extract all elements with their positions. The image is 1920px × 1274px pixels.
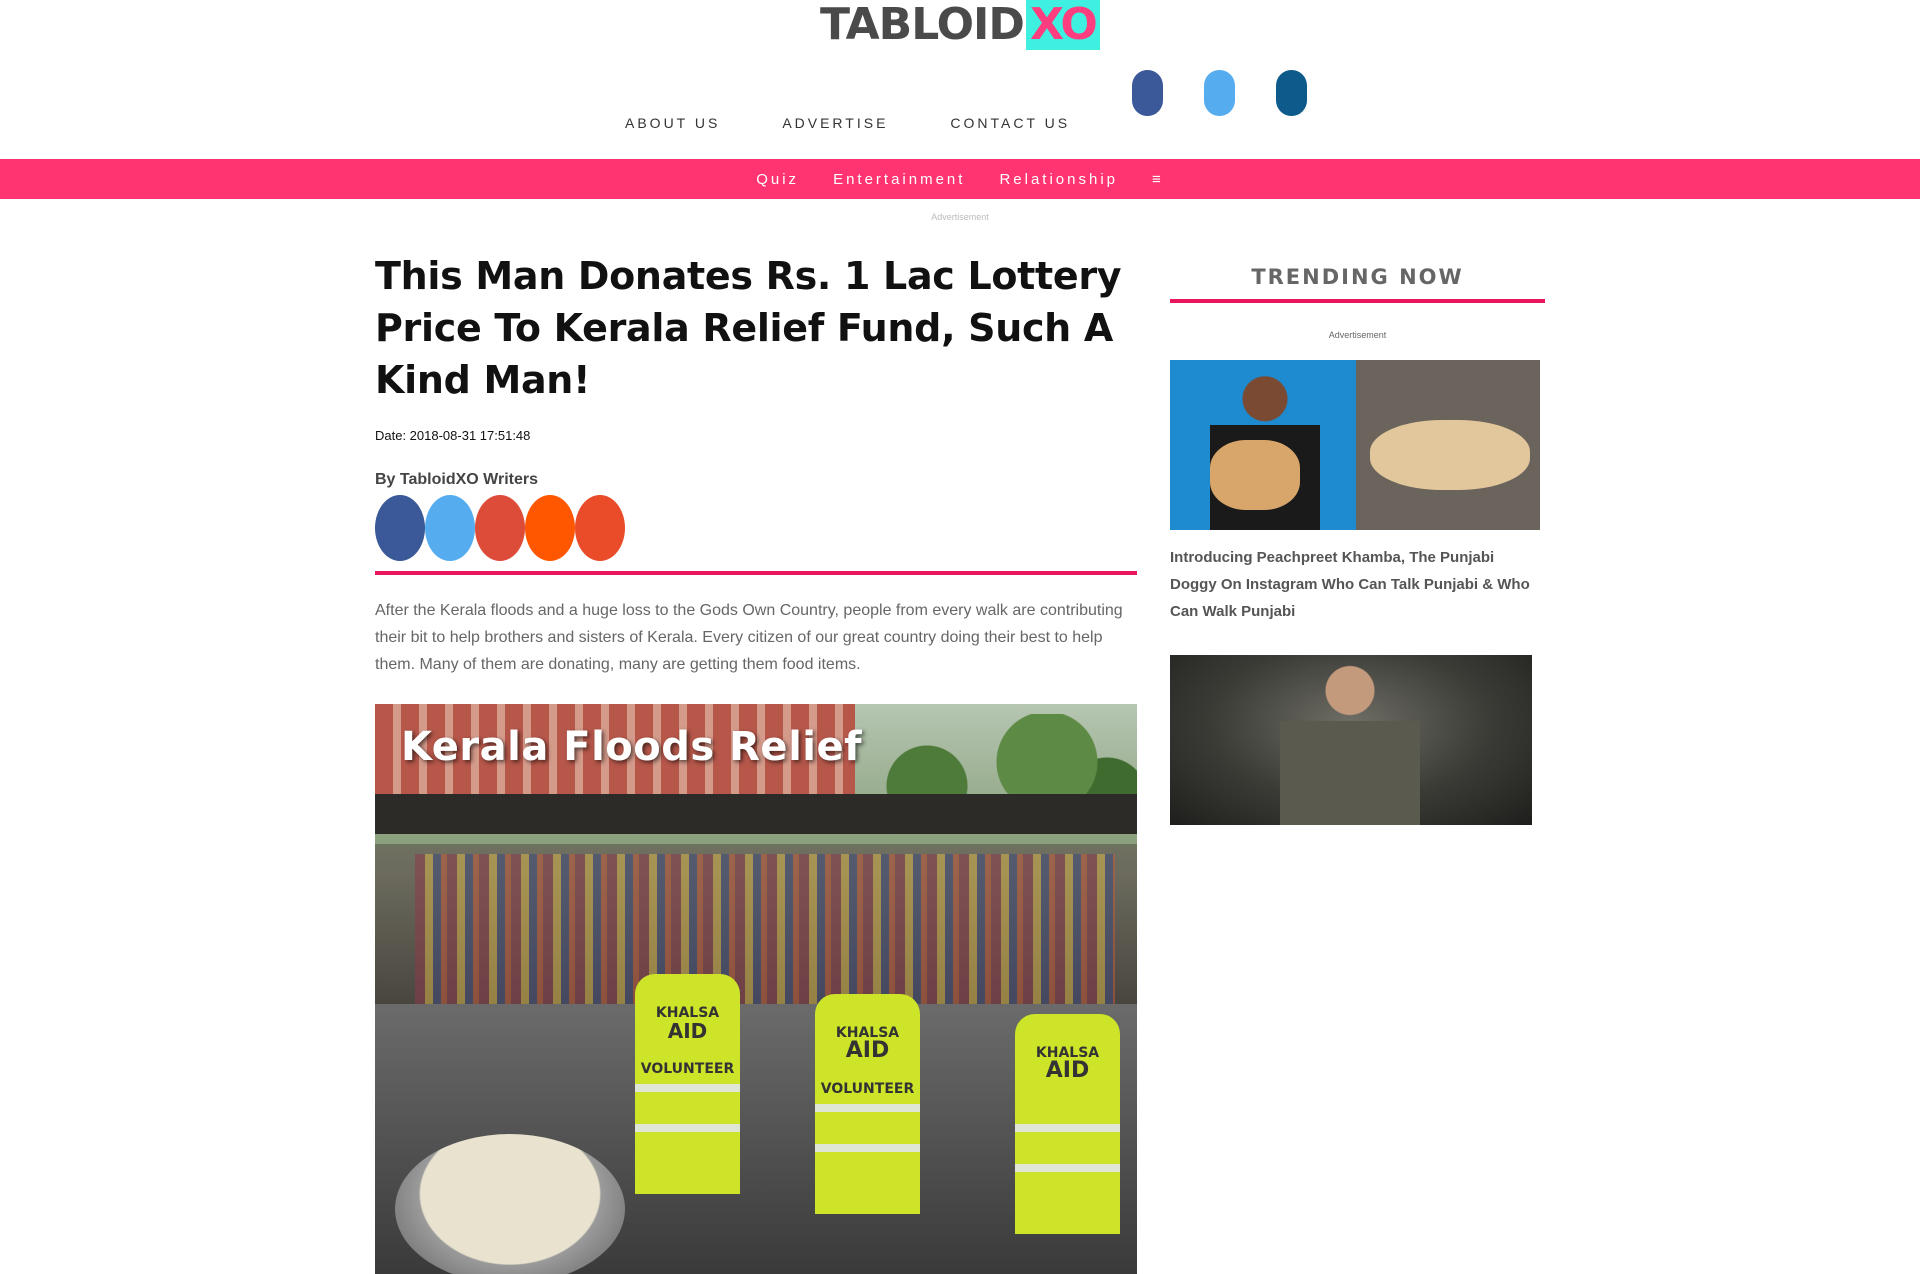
category-quiz[interactable]: Quiz: [756, 171, 799, 188]
trending-divider: [1170, 299, 1545, 303]
category-entertainment[interactable]: Entertainment: [833, 171, 965, 188]
sidebar-trending: TRENDING NOW Advertisement Introducing P…: [1170, 265, 1545, 825]
trending-title: TRENDING NOW: [1251, 265, 1464, 289]
facebook-share-icon[interactable]: [375, 495, 425, 561]
category-bar: Quiz Entertainment Relationship ≡: [0, 159, 1920, 199]
facebook-icon[interactable]: [1132, 70, 1163, 116]
article-hero-image: KHALSA AID VOLUNTEER KHALSA AID VOLUNTEE…: [375, 704, 1137, 1274]
nav-contact-us[interactable]: CONTACT US: [950, 115, 1070, 131]
vest-text-aid: AID: [667, 1019, 708, 1043]
linkedin-icon[interactable]: [1276, 70, 1307, 116]
logo-text-tabloid: TABLOID: [820, 0, 1025, 50]
google-plus-share-icon[interactable]: [475, 495, 525, 561]
article-divider: [375, 571, 1137, 575]
trending-card-image[interactable]: [1170, 360, 1540, 530]
advertisement-label: Advertisement: [931, 212, 989, 222]
header-social-links: [1132, 70, 1307, 116]
vest-text-volunteer: VOLUNTEER: [820, 1081, 915, 1097]
vest-text-volunteer: VOLUNTEER: [640, 1061, 735, 1077]
vest-text-aid: AID: [1045, 1058, 1090, 1083]
hero-overlay-title: Kerala Floods Relief: [401, 724, 863, 770]
stumbleupon-share-icon[interactable]: [575, 495, 625, 561]
trending-card-title[interactable]: Introducing Peachpreet Khamba, The Punja…: [1170, 544, 1535, 625]
sidebar-advertisement-label: Advertisement: [1328, 330, 1387, 340]
article-date: Date: 2018-08-31 17:51:48: [375, 428, 531, 443]
volunteer-vest: KHALSA AID VOLUNTEER: [635, 974, 740, 1194]
volunteer-vest: KHALSA AID VOLUNTEER: [815, 994, 920, 1214]
top-nav: ABOUT US ADVERTISE CONTACT US: [625, 115, 1070, 131]
article-byline[interactable]: By TabloidXO Writers: [375, 471, 1137, 489]
volunteer-vest: KHALSA AID: [1015, 1014, 1120, 1234]
twitter-icon[interactable]: [1204, 70, 1235, 116]
cooking-pot: [395, 1134, 625, 1274]
hamburger-menu-icon[interactable]: ≡: [1152, 171, 1164, 188]
nav-about-us[interactable]: ABOUT US: [625, 115, 720, 131]
reddit-share-icon[interactable]: [525, 495, 575, 561]
share-buttons: [375, 495, 1137, 561]
site-logo[interactable]: TABLOID XO: [820, 0, 1100, 50]
trending-card-image[interactable]: [1170, 655, 1532, 825]
twitter-share-icon[interactable]: [425, 495, 475, 561]
article-lead-paragraph: After the Kerala floods and a huge loss …: [375, 602, 1123, 673]
logo-text-xo: XO: [1025, 0, 1100, 50]
article-title: This Man Donates Rs. 1 Lac Lottery Price…: [375, 254, 1122, 402]
article: This Man Donates Rs. 1 Lac Lottery Price…: [375, 250, 1137, 1274]
nav-advertise[interactable]: ADVERTISE: [782, 115, 888, 131]
category-relationship[interactable]: Relationship: [999, 171, 1118, 188]
vest-text-aid: AID: [845, 1038, 890, 1063]
